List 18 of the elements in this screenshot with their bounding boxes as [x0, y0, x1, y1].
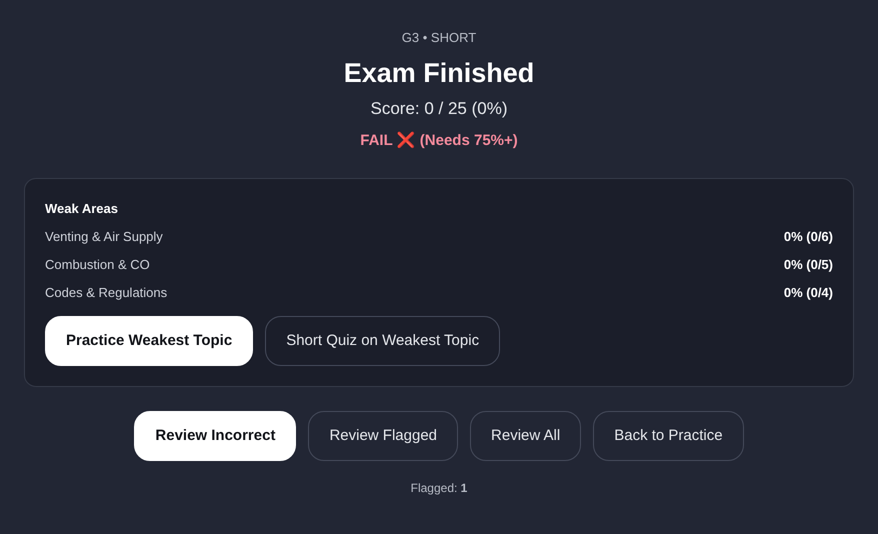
action-button[interactable]: Review Flagged: [308, 411, 458, 461]
flagged-count: Flagged: 1: [410, 480, 468, 497]
action-button[interactable]: Short Quiz on Weakest Topic: [265, 316, 500, 366]
card-heading: Weak Areas: [45, 200, 119, 218]
exam-subtitle: G3 • SHORT: [402, 29, 476, 47]
result-text: FAIL ❌ (Needs 75%+): [360, 131, 518, 151]
action-button[interactable]: Practice Weakest Topic: [45, 316, 254, 366]
page-title: Exam Finished: [344, 57, 534, 90]
topic-score: 0% (0/4): [784, 284, 833, 302]
topic-name: Combustion & CO: [45, 256, 150, 274]
action-button[interactable]: Back to Practice: [593, 411, 744, 461]
topic-name: Codes & Regulations: [45, 284, 168, 302]
topic-score: 0% (0/6): [784, 228, 833, 246]
topic-name: Venting & Air Supply: [45, 228, 163, 246]
score-text: Score: 0 / 25 (0%): [370, 98, 508, 120]
topic-score: 0% (0/5): [784, 256, 833, 274]
action-button[interactable]: Review Incorrect: [134, 411, 296, 461]
action-button[interactable]: Review All: [470, 411, 582, 461]
